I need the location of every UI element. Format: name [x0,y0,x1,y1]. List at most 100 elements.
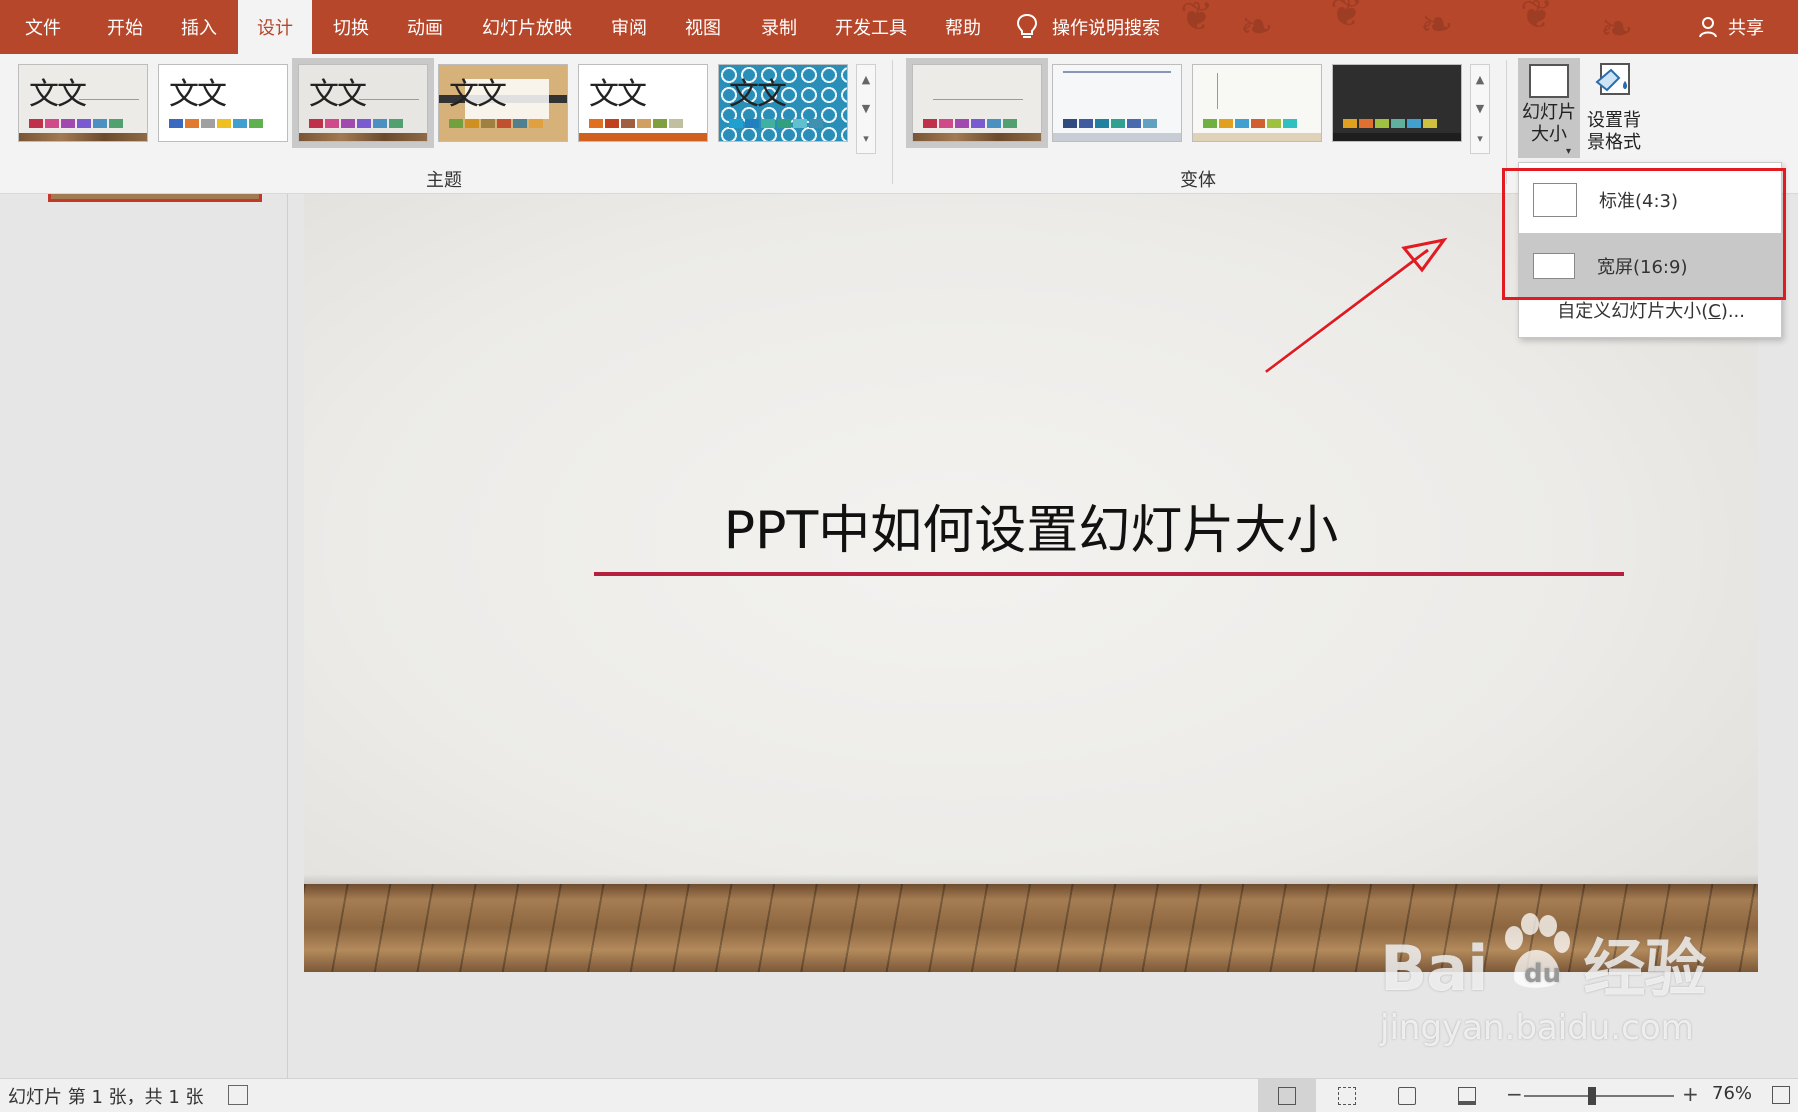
variants-group-label: 变体 [1180,170,1216,191]
theme-color-swatches [309,119,403,128]
themes-gallery-scroll[interactable]: ▲ ▼ ▾ [856,64,876,154]
color-swatch [1251,119,1265,128]
tab-view[interactable]: 视图 [668,0,738,54]
theme-thumbnail[interactable]: 文文 [158,64,288,142]
scroll-up-icon[interactable]: ▲ [1476,73,1484,86]
color-swatch [309,119,323,128]
tab-insert[interactable]: 插入 [164,0,234,54]
theme-thumbnail[interactable]: 文文 [18,64,148,142]
custom-prefix: 自定义幻灯片大小( [1557,301,1709,322]
color-swatch [109,119,123,128]
color-swatch [217,119,231,128]
fit-to-window-icon[interactable] [1772,1086,1790,1104]
color-swatch [1375,119,1389,128]
decorative-leaf-icon: ❧ [1240,4,1274,50]
slide-counter: 幻灯片 第 1 张，共 1 张 [8,1087,204,1108]
theme-floor-strip [299,133,427,141]
color-swatch [77,119,91,128]
decorative-leaf-icon: ❧ [1420,2,1454,48]
theme-thumbnail[interactable]: 文文 [718,64,848,142]
decorative-leaf-icon: ❦ [1520,0,1554,38]
variant-floor-strip [1053,133,1181,141]
tab-record[interactable]: 录制 [744,0,814,54]
variants-gallery-scroll[interactable]: ▲ ▼ ▾ [1470,64,1490,154]
format-background-button[interactable]: 设置背 景格式 [1582,58,1646,158]
theme-sample-text: 文文 [309,77,367,112]
accessibility-check-icon[interactable] [228,1085,248,1105]
tab-home[interactable]: 开始 [90,0,160,54]
themes-gallery: 文文 文文 文文 文文 文文 文文 [18,58,876,154]
tab-slideshow[interactable]: 幻灯片放映 [468,0,586,54]
watermark-url: jingyan.baidu.com [1380,1008,1694,1048]
theme-thumbnail[interactable]: 文文 [578,64,708,142]
tell-me-label: 操作说明搜索 [1052,18,1160,39]
slide-size-button[interactable]: 幻灯片 大小 [1518,58,1580,158]
zoom-slider[interactable] [1524,1095,1674,1097]
more-icon[interactable]: ▾ [1477,132,1483,145]
color-swatch [513,119,527,128]
color-swatch [185,119,199,128]
theme-sample-text: 文文 [169,77,227,112]
color-swatch [955,119,969,128]
slide-sorter-button[interactable] [1318,1079,1376,1112]
slide-size-icon [1529,64,1569,98]
zoom-in-button[interactable]: + [1682,1082,1699,1106]
theme-floor-strip [19,133,147,141]
theme-sample-text: 文文 [729,77,787,112]
tab-file[interactable]: 文件 [8,0,78,54]
variant-thumbnail[interactable] [1332,64,1462,142]
zoom-level[interactable]: 76% [1712,1083,1752,1104]
lightbulb-icon [1016,13,1038,38]
zoom-slider-thumb[interactable] [1587,1087,1596,1105]
color-swatch [45,119,59,128]
color-swatch [93,119,107,128]
zoom-out-button[interactable]: − [1506,1082,1523,1106]
color-swatch [1143,119,1157,128]
theme-thumbnail[interactable]: 文文 [292,58,434,148]
color-swatch [249,119,263,128]
theme-thumbnail[interactable]: 文文 [438,64,568,142]
status-bar: 幻灯片 第 1 张，共 1 张 − + 76% [0,1078,1798,1112]
scroll-down-icon[interactable]: ▼ [1476,102,1484,115]
decorative-leaf-icon: ❦ [1180,0,1214,40]
variant-thumbnail[interactable] [1192,64,1322,142]
custom-slide-size-option[interactable]: 自定义幻灯片大小(C)... [1519,297,1781,323]
tab-transitions[interactable]: 切换 [316,0,386,54]
scroll-up-icon[interactable]: ▲ [862,73,870,86]
baidu-watermark: Bai 经验 du jingyan.baidu.com [1380,913,1706,1048]
color-swatch [481,119,495,128]
color-swatch [29,119,43,128]
slide-thumbnail[interactable] [48,194,262,202]
color-swatch [745,119,759,128]
variant-thumbnail[interactable] [1052,64,1182,142]
color-swatch [357,119,371,128]
color-swatch [389,119,403,128]
normal-view-button[interactable] [1258,1079,1316,1112]
color-swatch [971,119,985,128]
color-swatch [589,119,603,128]
variant-title-line [933,99,1023,100]
share-button[interactable]: 共享 [1698,0,1764,54]
normal-view-icon [1278,1087,1296,1105]
color-swatch [325,119,339,128]
slideshow-button[interactable] [1438,1079,1496,1112]
format-background-icon [1595,63,1630,95]
watermark-brand-right: 经验 [1583,932,1706,1005]
slide-title[interactable]: PPT中如何设置幻灯片大小 [304,488,1758,563]
decorative-leaf-icon: ❦ [1330,0,1364,36]
person-icon [1699,17,1717,38]
tab-developer[interactable]: 开发工具 [824,0,918,54]
more-icon[interactable]: ▾ [863,132,869,145]
format-background-label: 设置背 景格式 [1587,110,1641,153]
color-swatch [1127,119,1141,128]
variant-thumbnail[interactable] [906,58,1048,148]
tell-me-search[interactable]: 操作说明搜索 [1016,0,1160,54]
share-label: 共享 [1728,18,1764,39]
tab-design[interactable]: 设计 [238,0,312,54]
reading-view-button[interactable] [1378,1079,1436,1112]
scroll-down-icon[interactable]: ▼ [862,102,870,115]
tab-help[interactable]: 帮助 [928,0,998,54]
tab-review[interactable]: 审阅 [594,0,664,54]
tab-animations[interactable]: 动画 [390,0,460,54]
color-swatch [729,119,743,128]
